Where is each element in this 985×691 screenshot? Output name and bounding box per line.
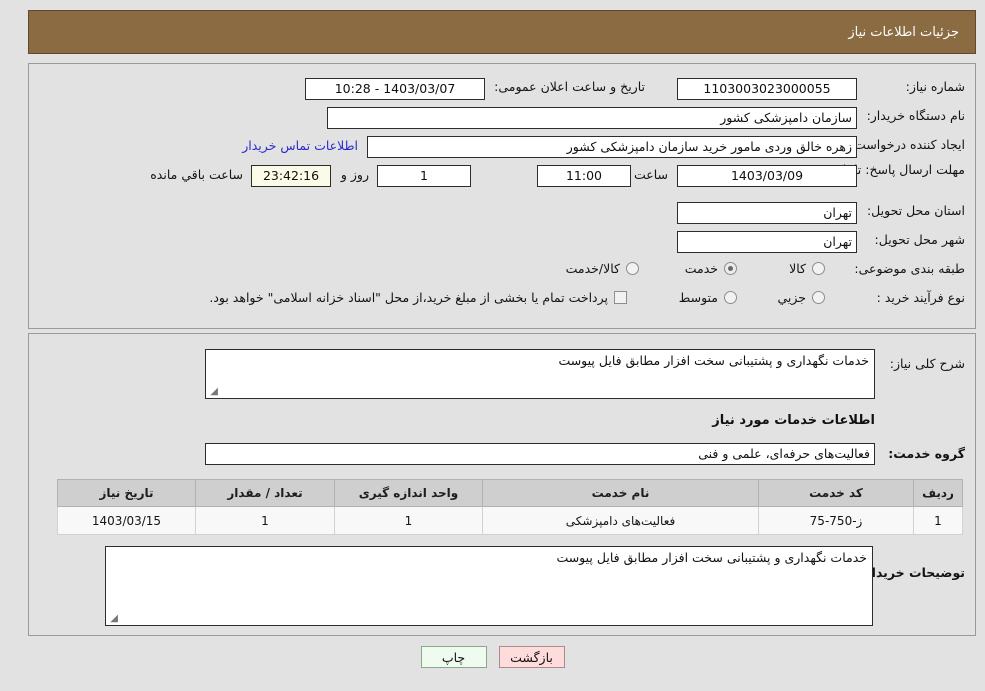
need-summary-textarea[interactable]: خدمات نگهداری و پشتیبانی سخت افزار مطابق… <box>205 349 875 399</box>
cell-index: 1 <box>913 506 963 535</box>
page-root: جزئیات اطلاعات نیاز شماره نیاز: 11030030… <box>0 0 985 691</box>
service-group-value: فعالیت‌های حرفه‌ای، علمی و فنی <box>205 443 875 465</box>
radio-medium-icon[interactable] <box>724 291 737 304</box>
announce-datetime-label: تاریخ و ساعت اعلان عمومی: <box>494 79 645 94</box>
page-title: جزئیات اطلاعات نیاز <box>848 24 959 40</box>
province-row: استان محل تحویل: <box>867 203 965 218</box>
announce-label-wrap: تاریخ و ساعت اعلان عمومی: <box>494 79 645 94</box>
radio-goods-icon[interactable] <box>812 262 825 275</box>
buyer-org-label: نام دستگاه خریدار: <box>866 108 965 123</box>
category-option-goods-service[interactable]: کالا/خدمت <box>566 261 639 276</box>
radio-minor-icon[interactable] <box>812 291 825 304</box>
buyer-comments-textarea[interactable]: خدمات نگهداری و پشتیبانی سخت افزار مطابق… <box>105 546 873 626</box>
subject-category-label: طبقه بندی موضوعی: <box>854 261 965 276</box>
service-group-label: گروه خدمت: <box>888 446 965 461</box>
delivery-city-label: شهر محل تحویل: <box>874 232 965 247</box>
cell-qty: 1 <box>195 506 335 535</box>
col-index: ردیف <box>913 479 963 507</box>
category-option-goods-service-label: کالا/خدمت <box>565 261 620 276</box>
need-info-panel: شماره نیاز: 1103003023000055 تاریخ و ساع… <box>28 63 976 329</box>
col-qty: تعداد / مقدار <box>195 479 335 507</box>
service-info-section-title: اطلاعات خدمات مورد نیاز <box>712 413 875 428</box>
checkbox-treasury-bond-icon[interactable] <box>614 291 627 304</box>
buyer-org-value: سازمان دامپزشکی کشور <box>327 107 857 129</box>
cell-unit: 1 <box>334 506 483 535</box>
purchase-process-label: نوع فرآیند خرید : <box>876 290 965 305</box>
category-option-goods-label: کالا <box>789 261 806 276</box>
delivery-province-value: تهران <box>677 202 857 224</box>
table-row: 1 ز-750-75 فعالیت‌های دامپزشکی 1 1 1403/… <box>57 506 963 535</box>
request-creator-label: ایجاد کننده درخواست: <box>849 137 965 152</box>
buyer-contact-link[interactable]: اطلاعات تماس خریدار <box>242 138 358 153</box>
resize-grip-icon[interactable]: ◢ <box>208 387 218 397</box>
need-summary-text: خدمات نگهداری و پشتیبانی سخت افزار مطابق… <box>558 353 869 368</box>
col-date: تاریخ نیاز <box>57 479 196 507</box>
radio-goods-service-icon[interactable] <box>626 262 639 275</box>
process-option-minor-label: جزیي <box>777 290 806 305</box>
remaining-days-label: روز و <box>340 167 369 182</box>
response-deadline-label: مهلت ارسال پاسخ: تا تاریخ: <box>820 162 965 177</box>
resize-grip-icon-2[interactable]: ◢ <box>108 614 118 624</box>
process-option-minor[interactable]: جزیي <box>777 290 825 305</box>
process-option-medium[interactable]: متوسط <box>679 290 737 305</box>
radio-service-icon[interactable] <box>724 262 737 275</box>
announce-datetime-value: 1403/03/07 - 10:28 <box>305 78 485 100</box>
deadline-time-value: 11:00 <box>537 165 631 187</box>
city-row: شهر محل تحویل: <box>875 232 965 247</box>
print-button[interactable]: چاپ <box>420 646 487 668</box>
col-code: کد خدمت <box>758 479 914 507</box>
hour-label: ساعت <box>633 167 668 182</box>
process-row: نوع فرآیند خرید : <box>877 290 965 305</box>
buyer-comments-text: خدمات نگهداری و پشتیبانی سخت افزار مطابق… <box>556 550 867 565</box>
category-option-service[interactable]: خدمت <box>685 261 737 276</box>
countdown-timer-value: 23:42:16 <box>251 165 331 187</box>
buyer-org-row: نام دستگاه خریدار: <box>867 108 965 123</box>
service-details-panel: شرح کلی نیاز: خدمات نگهداری و پشتیبانی س… <box>28 333 976 636</box>
table-header-row: ردیف کد خدمت نام خدمت واحد اندازه گیری ت… <box>57 479 963 507</box>
service-items-table: ردیف کد خدمت نام خدمت واحد اندازه گیری ت… <box>57 479 963 535</box>
page-header: جزئیات اطلاعات نیاز <box>28 10 976 54</box>
footer-button-bar: بازگشت چاپ <box>0 646 985 668</box>
cell-code: ز-750-75 <box>758 506 914 535</box>
category-row: طبقه بندی موضوعی: <box>854 261 965 276</box>
cell-name: فعالیت‌های دامپزشکی <box>482 506 759 535</box>
countdown-label: ساعت باقي مانده <box>150 167 243 182</box>
need-number-value: 1103003023000055 <box>677 78 857 100</box>
remaining-days-value: 1 <box>377 165 471 187</box>
delivery-city-value: تهران <box>677 231 857 253</box>
need-summary-label: شرح کلی نیاز: <box>889 356 965 371</box>
process-option-medium-label: متوسط <box>678 290 718 305</box>
treasury-bond-note: پرداخت تمام یا بخشی از مبلغ خرید،از محل … <box>209 290 608 305</box>
buyer-comments-label: توضیحات خریدار: <box>859 565 965 580</box>
request-creator-value: زهره خالق وردی مامور خرید سازمان دامپزشک… <box>367 136 857 158</box>
treasury-bond-option[interactable]: پرداخت تمام یا بخشی از مبلغ خرید،از محل … <box>209 290 627 305</box>
col-unit: واحد اندازه گیری <box>334 479 483 507</box>
deadline-date-value: 1403/03/09 <box>677 165 857 187</box>
col-name: نام خدمت <box>482 479 759 507</box>
back-button[interactable]: بازگشت <box>498 646 565 668</box>
category-option-goods[interactable]: کالا <box>789 261 825 276</box>
delivery-province-label: استان محل تحویل: <box>866 203 965 218</box>
creator-row: ایجاد کننده درخواست: <box>850 137 965 152</box>
category-option-service-label: خدمت <box>684 261 718 276</box>
need-number-label: شماره نیاز: <box>905 79 965 94</box>
cell-date: 1403/03/15 <box>57 506 196 535</box>
need-number-row: شماره نیاز: <box>906 79 965 94</box>
